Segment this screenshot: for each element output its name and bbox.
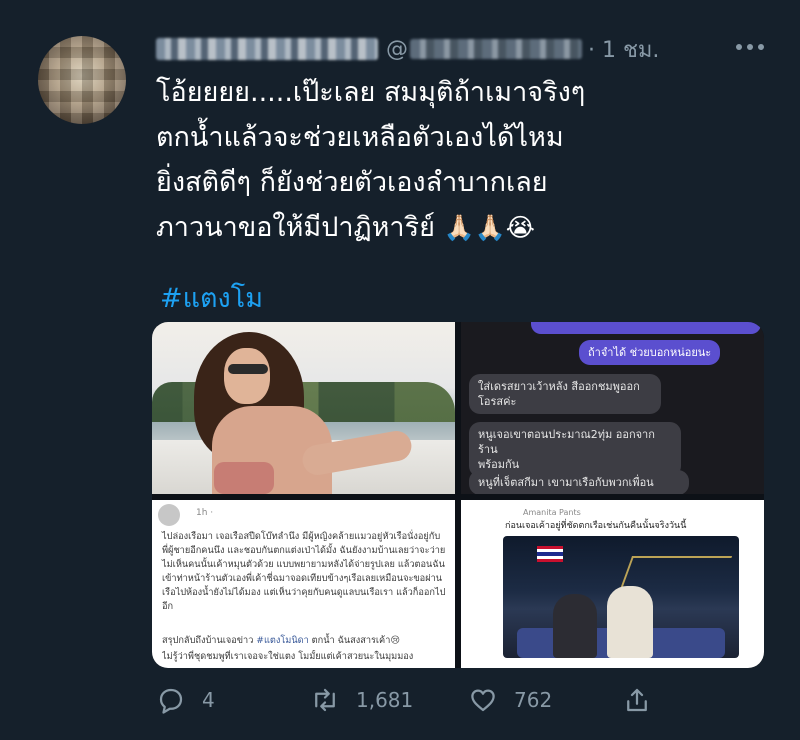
- display-name-blurred[interactable]: [156, 38, 378, 60]
- tweet-text: โอ้ยยยย.....เป๊ะเลย สมมุติถ้าเมาจริงๆ ตก…: [156, 70, 766, 250]
- media-chat-screenshot[interactable]: ถ้าจำได้ ช่วยบอกหน่อยนะ ใส่เดรสยาวเว้าหล…: [461, 322, 764, 494]
- retweet-count: 1,681: [356, 688, 414, 712]
- tweet-line-2: ตกน้ำแล้วจะช่วยเหลือตัวเองได้ไหม: [156, 122, 564, 153]
- post-photo: [503, 536, 739, 658]
- doc-paragraph: ไปล่องเรือมา เจอเรือสปีดโบ๊ทลำนึง มีผู้ห…: [162, 531, 446, 612]
- post-caption: ก่อนเจอเค้าอยู่ที่ชัดตกเรือเช่นกันคืนนั้…: [505, 521, 687, 531]
- share-button[interactable]: [622, 682, 652, 718]
- retweet-icon: [315, 688, 335, 712]
- media-boat-photo-post[interactable]: Amanita Pants ก่อนเจอเค้าอยู่ที่ชัดตกเรื…: [461, 500, 764, 668]
- like-button[interactable]: 762: [468, 682, 552, 718]
- chat-bubble-in-1: ใส่เดรสยาวเว้าหลัง สีออกชมพูออก โอรสค่ะ: [469, 374, 661, 414]
- like-count: 762: [514, 688, 553, 712]
- retweet-button[interactable]: 1,681: [310, 682, 413, 718]
- doc-summary: สรุปกลับถึงบ้านเจอข่าว #แตงโมนิดา ตกน้ำ …: [162, 635, 400, 646]
- reply-icon: [159, 688, 183, 714]
- tweet-line-1: โอ้ยยยย.....เป๊ะเลย สมมุติถ้าเมาจริงๆ: [156, 77, 586, 108]
- handle-blurred[interactable]: [410, 39, 582, 59]
- media-grid[interactable]: ถ้าจำได้ ช่วยบอกหน่อยนะ ใส่เดรสยาวเว้าหล…: [152, 322, 764, 668]
- timestamp[interactable]: · 1 ชม.: [588, 32, 659, 67]
- media-photo-woman-on-boat[interactable]: [152, 322, 455, 494]
- media-facebook-post[interactable]: 1h · ไปล่องเรือมา เจอเรือสปีดโบ๊ทลำนึง ม…: [152, 500, 455, 668]
- post-author: Amanita Pants: [523, 508, 581, 517]
- chat-bubble-in-3: หนูที่เจ็ตสกีมา เขามาเรือกับพวกเพื่อน: [469, 470, 689, 494]
- more-options-icon[interactable]: [736, 38, 764, 56]
- tweet-line-4: ภาวนาขอให้มีปาฏิหาริย์ 🙏🏻🙏🏻😭: [156, 212, 535, 243]
- tweet-header: @ · 1 ชม.: [156, 32, 746, 66]
- tweet[interactable]: @ · 1 ชม. โอ้ยยยย.....เป๊ะเลย สมมุติถ้าเ…: [0, 0, 800, 740]
- chat-bubble-in-2: หนูเจอเขาตอนประมาณ2ทุ่ม ออกจากร้าน พร้อม…: [469, 422, 681, 477]
- hashtag-link[interactable]: #แตงโม: [160, 276, 263, 319]
- emoji-group: 🙏🏻🙏🏻😭: [443, 213, 535, 242]
- chat-bubble-out: ถ้าจำได้ ช่วยบอกหน่อยนะ: [579, 340, 721, 365]
- heart-icon: [471, 689, 495, 712]
- handle-at[interactable]: @: [386, 37, 408, 62]
- reply-count: 4: [202, 688, 215, 712]
- action-bar: 4 1,681 762: [156, 682, 656, 718]
- tweet-line-3: ยิ่งสติดีๆ ก็ยังช่วยตัวเองลำบากเลย: [156, 167, 548, 198]
- doc-summary-line-2: ไม่รู้ว่าพี่ชุดชมพูที่เราเจอจะใช่แตง โมม…: [162, 651, 414, 662]
- avatar[interactable]: [38, 36, 126, 124]
- share-icon: [627, 688, 647, 712]
- reply-button[interactable]: 4: [156, 682, 215, 718]
- doc-meta: 1h ·: [196, 508, 214, 518]
